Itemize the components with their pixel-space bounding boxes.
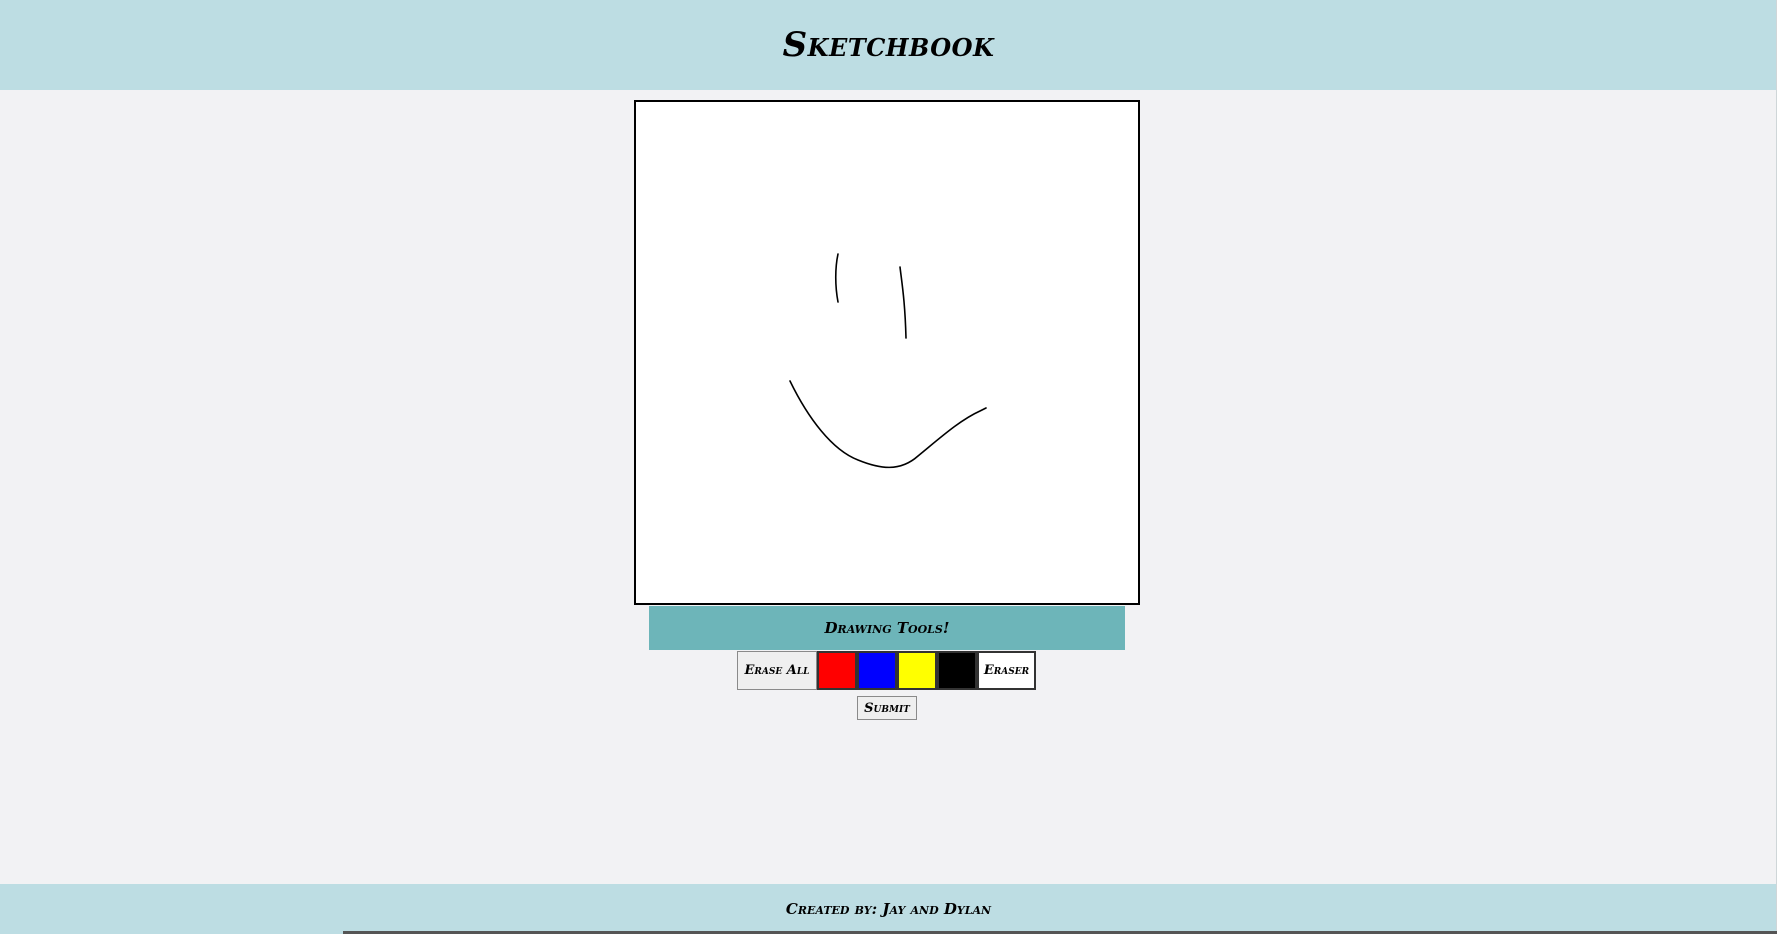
black-color-swatch[interactable] [937,651,977,690]
red-color-swatch[interactable] [817,651,857,690]
yellow-color-swatch[interactable] [897,651,937,690]
smile-stroke [789,380,987,469]
footer-credit: Created by: Jay and Dylan [785,900,992,918]
drawing-tools-bar: Drawing Tools! [649,606,1125,650]
blue-color-swatch[interactable] [857,651,897,690]
right-eye-stroke [899,266,907,339]
drawing-tools-label: Drawing Tools! [824,619,950,637]
eraser-button[interactable]: Eraser [977,651,1036,690]
tool-buttons: Erase All Eraser [737,651,1036,690]
footer: Created by: Jay and Dylan [0,884,1777,934]
erase-all-button[interactable]: Erase All [737,651,817,690]
left-eye-stroke [834,253,839,303]
sketch-drawing [789,253,987,469]
drawing-canvas[interactable] [634,100,1140,605]
submit-button[interactable]: Submit [857,696,917,720]
page-title: Sketchbook [782,25,995,65]
header: Sketchbook [0,0,1777,90]
